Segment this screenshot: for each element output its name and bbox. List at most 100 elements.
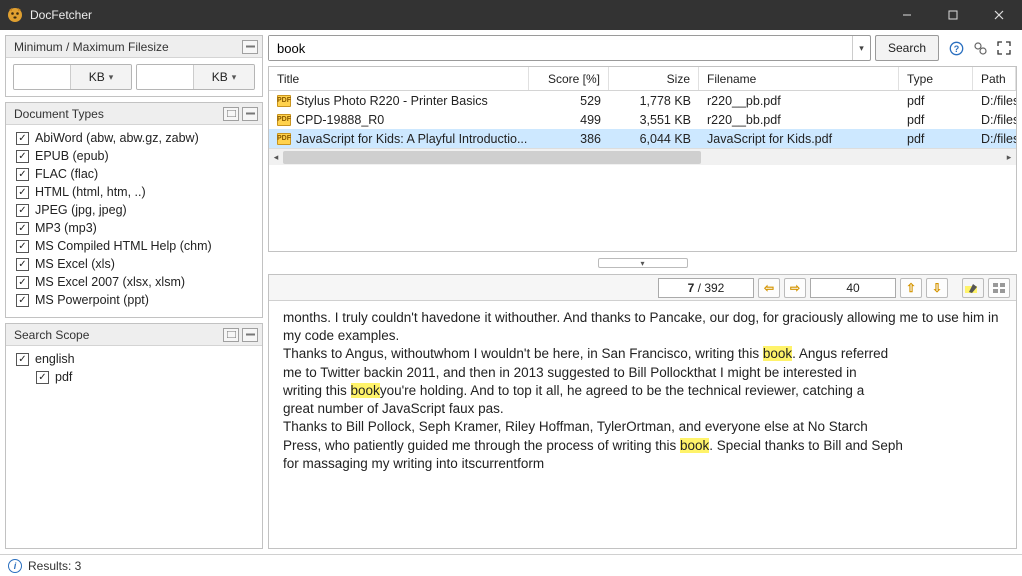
prev-page-button[interactable]: ⇦ — [758, 278, 780, 298]
pdf-icon: PDF — [277, 114, 291, 126]
col-title[interactable]: Title — [269, 67, 529, 90]
scope-item[interactable]: ✓english — [10, 350, 258, 368]
checkbox-icon[interactable]: ✓ — [16, 204, 29, 217]
doctype-item[interactable]: ✓JPEG (jpg, jpeg) — [10, 201, 258, 219]
next-occurrence-button[interactable]: ⇩ — [926, 278, 948, 298]
next-page-button[interactable]: ⇨ — [784, 278, 806, 298]
scroll-left-icon[interactable]: ◂ — [269, 149, 283, 165]
max-size-input[interactable] — [137, 65, 193, 89]
workspace: Minimum / Maximum Filesize KB ▾ — [0, 30, 1022, 554]
checkbox-icon[interactable]: ✓ — [16, 258, 29, 271]
chevron-down-icon: ▾ — [109, 72, 114, 83]
doctype-item[interactable]: ✓MS Excel (xls) — [10, 255, 258, 273]
min-size-input[interactable] — [14, 65, 70, 89]
filesize-inputs: KB ▾ KB ▾ — [6, 58, 262, 96]
checkbox-icon[interactable]: ✓ — [16, 240, 29, 253]
minimize-button[interactable] — [884, 0, 930, 30]
checkbox-icon[interactable]: ✓ — [16, 168, 29, 181]
checkbox-icon[interactable]: ✓ — [16, 150, 29, 163]
col-score[interactable]: Score [%] — [529, 67, 609, 90]
checkbox-icon[interactable]: ✓ — [36, 371, 49, 384]
cell-path: D:/files/p — [973, 110, 1016, 129]
search-history-dropdown[interactable]: ▾ — [852, 36, 870, 60]
col-type[interactable]: Type — [899, 67, 973, 90]
checkbox-icon[interactable]: ✓ — [16, 276, 29, 289]
table-row[interactable]: PDFCPD-19888_R04993,551 KBr220__bb.pdfpd… — [269, 110, 1016, 129]
highlight: book — [763, 346, 792, 361]
min-size-unit-select[interactable]: KB ▾ — [70, 65, 131, 89]
cell-score: 529 — [529, 91, 609, 110]
results-hscrollbar[interactable]: ◂ ▸ — [269, 148, 1016, 165]
splitter-handle-row: ▾ — [268, 257, 1017, 269]
scope-label: pdf — [55, 370, 72, 384]
doctype-item[interactable]: ✓ FLAC (flac) — [10, 165, 258, 183]
doctype-item[interactable]: ✓MP3 (mp3) — [10, 219, 258, 237]
search-input[interactable] — [269, 36, 852, 60]
page-indicator[interactable]: 7 / 392 — [658, 278, 754, 298]
arrow-left-icon: ⇦ — [764, 281, 774, 295]
cell-title: PDFJavaScript for Kids: A Playful Introd… — [269, 129, 529, 148]
doctype-item[interactable]: ✓ EPUB (epub) — [10, 147, 258, 165]
occurrence-indicator[interactable]: 40 — [810, 278, 896, 298]
scroll-thumb[interactable] — [283, 151, 701, 164]
col-path[interactable]: Path — [973, 67, 1016, 90]
cell-type: pdf — [899, 129, 973, 148]
window-title: DocFetcher — [30, 8, 884, 22]
max-size-unit-select[interactable]: KB ▾ — [193, 65, 254, 89]
checkbox-icon[interactable]: ✓ — [16, 132, 29, 145]
doctype-item[interactable]: ✓MS Compiled HTML Help (chm) — [10, 237, 258, 255]
collapse-icon[interactable] — [242, 40, 258, 54]
max-size-field[interactable]: KB ▾ — [136, 64, 255, 90]
doctype-label: HTML (html, htm, ..) — [35, 185, 146, 199]
min-size-field[interactable]: KB ▾ — [13, 64, 132, 90]
highlight-toggle-button[interactable] — [962, 278, 984, 298]
sidebar: Minimum / Maximum Filesize KB ▾ — [5, 35, 263, 549]
doctype-label: MS Excel 2007 (xlsx, xlsm) — [35, 275, 185, 289]
checkbox-icon[interactable]: ✓ — [16, 353, 29, 366]
cell-path: D:/files/p — [973, 129, 1016, 148]
results-count-label: Results: 3 — [28, 559, 81, 573]
scroll-right-icon[interactable]: ▸ — [1002, 149, 1016, 165]
cell-filename: r220__bb.pdf — [699, 110, 899, 129]
filesize-panel-header: Minimum / Maximum Filesize — [6, 36, 262, 58]
table-row[interactable]: PDFJavaScript for Kids: A Playful Introd… — [269, 129, 1016, 148]
settings-icon[interactable] — [971, 39, 989, 57]
cell-size: 3,551 KB — [609, 110, 699, 129]
splitter-handle[interactable]: ▾ — [598, 258, 688, 268]
search-field[interactable]: ▾ — [268, 35, 871, 61]
col-filename[interactable]: Filename — [699, 67, 899, 90]
collapse-icon[interactable] — [242, 328, 258, 342]
scope-panel-header: Search Scope — [6, 324, 262, 346]
col-size[interactable]: Size — [609, 67, 699, 90]
checkbox-icon[interactable]: ✓ — [16, 222, 29, 235]
doctype-label: EPUB (epub) — [35, 149, 109, 163]
doctype-label: MS Powerpoint (ppt) — [35, 293, 149, 307]
doctypes-list[interactable]: ✓AbiWord (abw, abw.gz, zabw)✓EPUB (epub)… — [6, 125, 262, 317]
scope-item[interactable]: ✓ pdf — [10, 368, 258, 386]
checkbox-icon[interactable]: ✓ — [16, 186, 29, 199]
status-bar: i Results: 3 — [0, 554, 1022, 576]
doctype-item[interactable]: ✓ HTML (html, htm, ..) — [10, 183, 258, 201]
doctype-label: FLAC (flac) — [35, 167, 98, 181]
results-table[interactable]: Title Score [%] Size Filename Type Path … — [269, 67, 1016, 148]
doctype-item[interactable]: ✓AbiWord (abw, abw.gz, zabw) — [10, 129, 258, 147]
table-row[interactable]: PDFStylus Photo R220 - Printer Basics529… — [269, 91, 1016, 110]
help-icon[interactable]: ? — [947, 39, 965, 57]
maximize-panel-icon[interactable] — [223, 328, 239, 342]
svg-text:?: ? — [953, 44, 959, 54]
view-mode-button[interactable] — [988, 278, 1010, 298]
doctype-item[interactable]: ✓ MS Excel 2007 (xlsx, xlsm) — [10, 273, 258, 291]
expand-icon[interactable] — [995, 39, 1013, 57]
maximize-panel-icon[interactable] — [223, 107, 239, 121]
doctype-item[interactable]: ✓ MS Powerpoint (ppt) — [10, 291, 258, 309]
checkbox-icon[interactable]: ✓ — [16, 294, 29, 307]
maximize-button[interactable] — [930, 0, 976, 30]
collapse-icon[interactable] — [242, 107, 258, 121]
preview-text[interactable]: months. I truly couldn't havedone it wit… — [269, 301, 1016, 548]
prev-occurrence-button[interactable]: ⇧ — [900, 278, 922, 298]
app-icon — [6, 6, 24, 24]
info-icon: i — [8, 559, 22, 573]
close-button[interactable] — [976, 0, 1022, 30]
search-button[interactable]: Search — [875, 35, 939, 61]
scope-tree[interactable]: ✓english✓pdf — [6, 346, 262, 548]
